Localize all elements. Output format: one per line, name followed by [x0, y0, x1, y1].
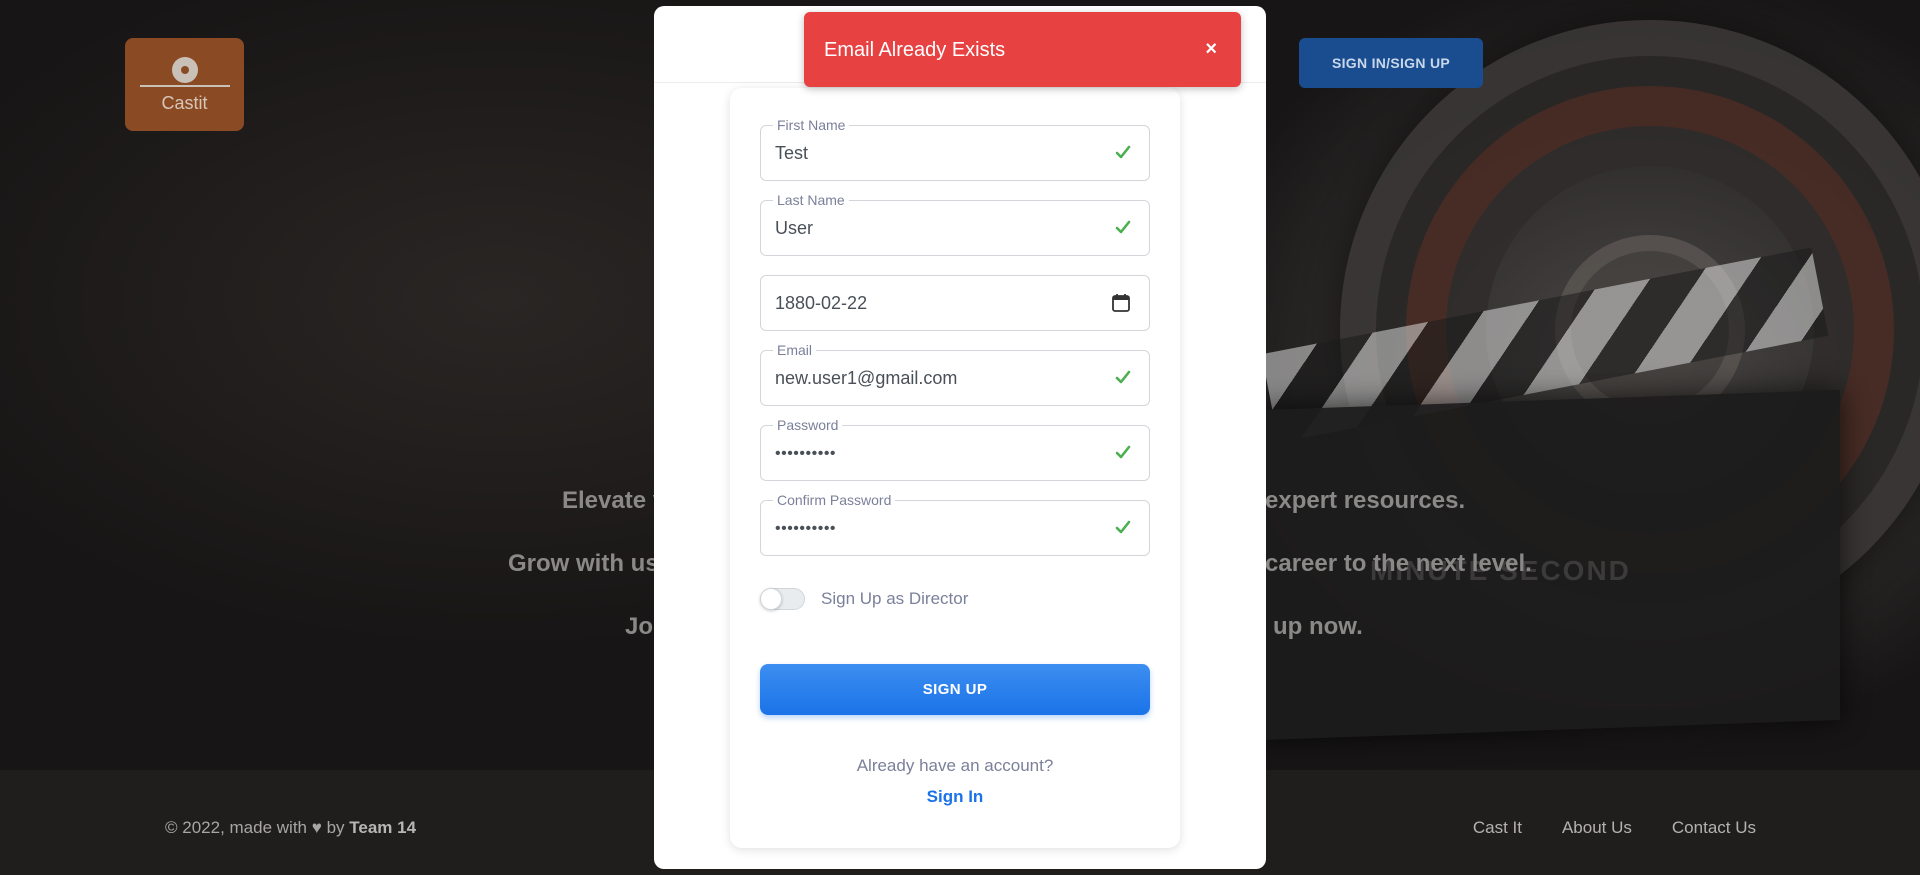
footer-link-about-us[interactable]: About Us [1562, 818, 1632, 838]
check-icon [1115, 445, 1131, 459]
error-toast: Email Already Exists × [804, 12, 1241, 87]
hero-line-2-left: Grow with us [508, 550, 659, 577]
confirm-password-value[interactable]: •••••••••• [775, 520, 1075, 538]
hero-line-3-right: up now. [1273, 613, 1363, 640]
email-value[interactable]: new.user1@gmail.com [775, 368, 1075, 389]
signin-signup-button[interactable]: SIGN IN/SIGN UP [1299, 38, 1483, 88]
footer-link-cast-it[interactable]: Cast It [1473, 818, 1522, 838]
signin-link[interactable]: Sign In [730, 787, 1180, 807]
password-field[interactable]: Password •••••••••• [760, 417, 1150, 481]
logo-underline [139, 85, 230, 87]
director-toggle[interactable] [760, 588, 805, 610]
logo-text: Castit [161, 93, 208, 113]
signup-button[interactable]: SIGN UP [760, 664, 1150, 715]
password-value[interactable]: •••••••••• [775, 445, 1075, 463]
copyright-text: © 2022, made with ♥ by Team 14 [165, 818, 416, 838]
check-icon [1115, 370, 1131, 384]
hero-line-1-left: Elevate y [562, 487, 667, 514]
toggle-knob [760, 588, 782, 610]
first-name-value[interactable]: Test [775, 143, 1075, 164]
password-label: Password [773, 417, 843, 433]
calendar-icon[interactable] [1111, 293, 1131, 313]
copyright-by: by [326, 818, 345, 837]
director-toggle-label[interactable]: Sign Up as Director [821, 589, 968, 609]
film-reel-icon [171, 57, 198, 83]
last-name-field[interactable]: Last Name User [760, 192, 1150, 256]
toast-message: Email Already Exists [824, 39, 1006, 61]
confirm-password-field[interactable]: Confirm Password •••••••••• [760, 492, 1150, 556]
first-name-field[interactable]: First Name Test [760, 117, 1150, 181]
already-have-account-text: Already have an account? [856, 756, 1054, 775]
signup-card: First Name Test Last Name User 1880-02-2… [730, 88, 1180, 848]
birth-date-value[interactable]: 1880-02-22 [775, 293, 1075, 314]
last-name-value[interactable]: User [775, 218, 1075, 239]
email-label: Email [773, 342, 817, 358]
signup-modal: First Name Test Last Name User 1880-02-2… [654, 6, 1266, 869]
heart-icon: ♥ [311, 818, 322, 837]
last-name-label: Last Name [773, 192, 849, 208]
check-icon [1115, 145, 1131, 159]
email-field[interactable]: Email new.user1@gmail.com [760, 342, 1150, 406]
footer-link-contact-us[interactable]: Contact Us [1672, 818, 1756, 838]
team-name: Team 14 [349, 818, 417, 837]
copyright-prefix: © 2022, made with [165, 818, 307, 837]
check-icon [1115, 220, 1131, 234]
birth-date-field[interactable]: 1880-02-22 [760, 275, 1150, 331]
footer-links: Cast It About Us Contact Us [1473, 818, 1756, 838]
check-icon [1115, 520, 1131, 534]
castit-logo[interactable]: Castit [125, 38, 244, 131]
confirm-password-label: Confirm Password [773, 492, 896, 508]
close-icon[interactable]: × [1205, 39, 1217, 59]
director-toggle-row: Sign Up as Director [760, 588, 968, 610]
first-name-label: First Name [773, 117, 850, 133]
hero-line-2-right: career to the next level. [1265, 550, 1532, 577]
hero-line-3-left: Jo [625, 613, 654, 640]
hero-line-1-right: expert resources. [1265, 487, 1466, 514]
